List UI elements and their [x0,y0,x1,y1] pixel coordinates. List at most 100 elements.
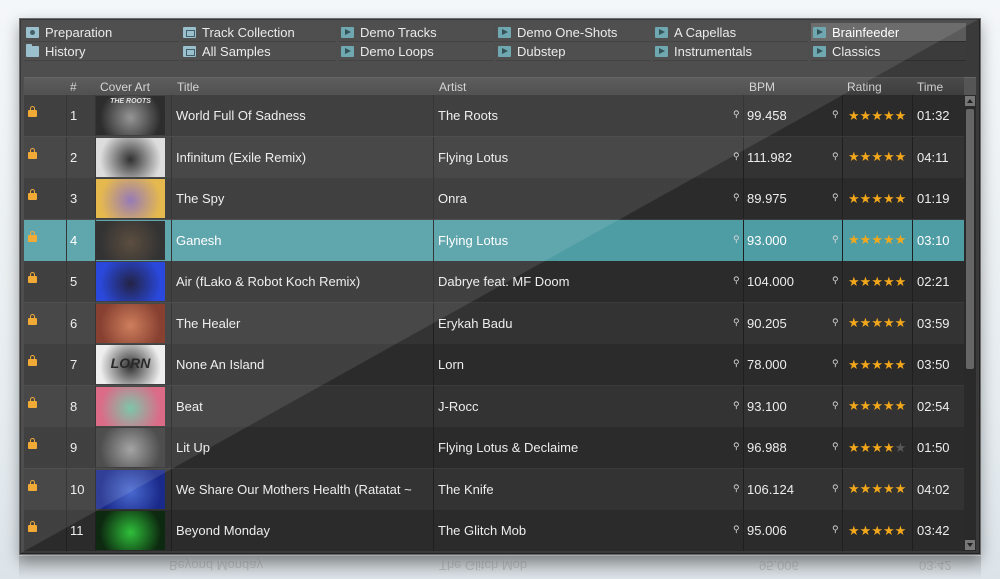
search-icon[interactable]: ⚲ [733,151,740,162]
search-icon[interactable]: ⚲ [733,358,740,369]
star-icon[interactable]: ★ [860,357,872,373]
favorite-a-capellas[interactable]: A Capellas [653,23,808,42]
star-icon[interactable]: ★ [871,149,883,165]
search-icon[interactable]: ⚲ [832,234,839,245]
favorite-classics[interactable]: Classics [811,42,966,61]
lock-icon[interactable] [28,313,37,325]
star-icon[interactable]: ★ [860,191,872,207]
star-icon[interactable]: ★ [848,357,860,373]
star-icon[interactable]: ★ [871,440,883,456]
star-icon[interactable]: ★ [895,523,907,539]
favorite-history[interactable]: History [24,42,179,61]
search-icon[interactable]: ⚲ [832,317,839,328]
rating-stars[interactable]: ★ ★ ★ ★ ★ [848,261,910,302]
star-icon[interactable]: ★ [848,108,860,124]
favorite-preparation[interactable]: Preparation [24,23,179,42]
lock-icon[interactable] [28,189,37,200]
star-icon[interactable]: ★ [895,149,907,165]
star-icon[interactable]: ★ [860,315,872,331]
search-icon[interactable]: ⚲ [832,483,839,494]
track-row[interactable]: 5 Air (fLako & Robot Koch Remix) Dabrye fe… [24,261,964,302]
star-icon[interactable]: ★ [848,523,860,539]
star-icon[interactable]: ★ [871,481,883,497]
search-icon[interactable]: ⚲ [733,441,740,452]
column-header-title[interactable]: Title [177,80,199,94]
star-icon[interactable]: ★ [883,149,895,165]
star-icon[interactable]: ★ [848,398,860,414]
search-icon[interactable]: ⚲ [832,400,839,411]
favorite-demo-tracks[interactable]: Demo Tracks [339,23,494,42]
column-header-number[interactable]: # [70,80,77,94]
star-icon[interactable]: ★ [871,523,883,539]
favorite-track-collection[interactable]: Track Collection [181,23,336,42]
track-row[interactable]: 1 World Full Of Sadness The Roots 99.458 01:… [24,95,964,136]
track-row[interactable]: 8 Beat J-Rocc 93.100 02:54 ⚲ ⚲ ★ ★ ★ ★ ★ [24,385,964,427]
star-icon[interactable]: ★ [871,315,883,331]
star-icon[interactable]: ★ [860,108,872,124]
rating-stars[interactable]: ★ ★ ★ ★ ★ [848,178,910,219]
rating-stars[interactable]: ★ ★ ★ ★ ★ [848,469,910,510]
star-icon[interactable]: ★ [871,232,883,248]
star-icon[interactable]: ★ [883,274,895,290]
favorite-all-samples[interactable]: All Samples [181,42,336,61]
scroll-down-button[interactable] [965,540,975,550]
column-header-cover-art[interactable]: Cover Art [100,80,150,94]
star-icon[interactable]: ★ [871,398,883,414]
star-icon[interactable]: ★ [883,440,895,456]
track-row[interactable]: 7 None An Island Lorn 78.000 03:50 LORN ⚲ ⚲ ★ ★ ★ ★… [24,344,964,385]
search-icon[interactable]: ⚲ [733,483,740,494]
star-icon[interactable]: ★ [895,274,907,290]
star-icon[interactable]: ★ [860,440,872,456]
star-icon[interactable]: ★ [871,274,883,290]
lock-icon[interactable] [28,106,37,117]
star-icon[interactable]: ★ [848,315,860,331]
star-icon[interactable]: ★ [895,481,907,497]
star-icon[interactable]: ★ [883,481,895,497]
search-icon[interactable]: ⚲ [832,192,839,203]
scrollbar-thumb[interactable] [966,109,974,369]
rating-stars[interactable]: ★ ★ ★ ★ ★ [848,386,910,427]
star-icon[interactable]: ★ [848,149,860,165]
star-icon[interactable]: ★ [883,523,895,539]
rating-stars[interactable]: ★ ★ ★ ★ ★ [848,427,910,468]
rating-stars[interactable]: ★ ★ ★ ★ ★ [848,137,910,178]
lock-icon[interactable] [28,396,37,408]
star-icon[interactable]: ★ [883,315,895,331]
rating-stars[interactable]: ★ ★ ★ ★ ★ [848,344,910,385]
search-icon[interactable]: ⚲ [733,109,740,120]
search-icon[interactable]: ⚲ [733,234,740,245]
lock-icon[interactable] [28,355,37,366]
star-icon[interactable]: ★ [895,398,907,414]
lock-icon[interactable] [28,147,37,159]
favorite-demo-one-shots[interactable]: Demo One-Shots [496,23,651,42]
star-icon[interactable]: ★ [871,357,883,373]
star-icon[interactable]: ★ [895,108,907,124]
search-icon[interactable]: ⚲ [832,524,839,535]
lock-icon[interactable] [28,479,37,491]
star-icon[interactable]: ★ [895,357,907,373]
scroll-up-button[interactable] [965,96,975,106]
star-icon[interactable]: ★ [848,191,860,207]
star-icon[interactable]: ★ [871,191,883,207]
lock-icon[interactable] [28,438,37,449]
search-icon[interactable]: ⚲ [832,109,839,120]
track-row[interactable]: 9 Lit Up Flying Lotus & Declaime 96.988 01:5… [24,427,964,468]
track-row[interactable]: 3 The Spy Onra 89.975 01:19 ⚲ ⚲ ★ ★ ★ ★ ★ [24,178,964,219]
star-icon[interactable]: ★ [883,191,895,207]
track-row[interactable]: 11 Beyond Monday The Glitch Mob 95.006 03:42… [24,510,964,551]
search-icon[interactable]: ⚲ [733,317,740,328]
star-icon[interactable]: ★ [848,274,860,290]
search-icon[interactable]: ⚲ [832,441,839,452]
star-icon[interactable]: ★ [848,440,860,456]
star-icon[interactable]: ★ [883,108,895,124]
lock-icon[interactable] [28,521,37,532]
lock-icon[interactable] [28,272,37,283]
track-row[interactable]: 4 Ganesh Flying Lotus 93.000 03:10 ⚲ ⚲ ★ ★ ★ ★ ★ [24,219,964,261]
column-header-artist[interactable]: Artist [439,80,466,94]
star-icon[interactable]: ★ [860,274,872,290]
star-icon[interactable]: ★ [860,481,872,497]
track-row[interactable]: 2 Infinitum (Exile Remix) Flying Lotus 111.… [24,136,964,178]
search-icon[interactable]: ⚲ [733,400,740,411]
star-icon[interactable]: ★ [860,232,872,248]
search-icon[interactable]: ⚲ [832,151,839,162]
